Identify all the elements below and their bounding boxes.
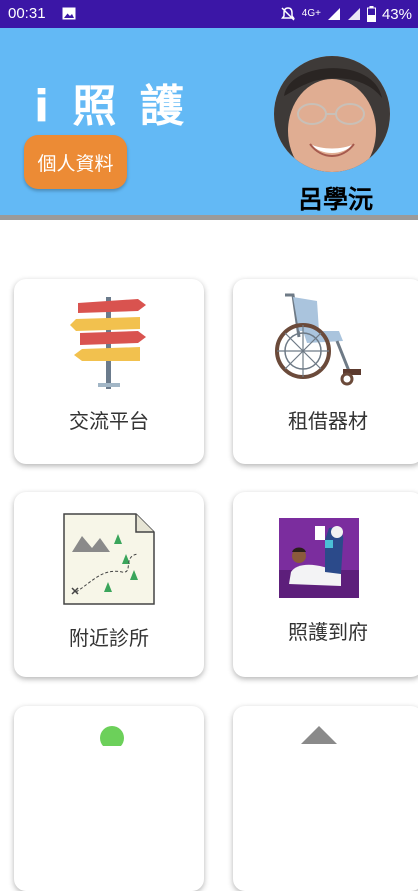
battery-percent: 43% [381, 5, 412, 23]
user-name: 呂學沅 [298, 185, 374, 214]
menu-card-forum[interactable]: 交流平台 [14, 279, 204, 464]
status-bar: 00:31 4G+ 43% [0, 0, 418, 28]
menu-label-forum: 交流平台 [69, 409, 149, 433]
menu-card-nearby-clinics[interactable]: 附近診所 [14, 492, 204, 677]
profile-button[interactable]: 個人資料 [24, 135, 127, 189]
mute-icon [280, 7, 295, 21]
menu-card-partial-right[interactable] [233, 706, 418, 891]
signal-2-icon [347, 8, 360, 20]
app-title: i 照 護 [34, 81, 188, 132]
menu-label-nearby-clinics: 附近診所 [69, 626, 149, 650]
status-time: 00:31 [8, 5, 46, 22]
signpost-icon [70, 297, 146, 389]
menu-card-partial-left[interactable] [14, 706, 204, 891]
battery-icon [366, 6, 376, 22]
network-type: 4G+ [301, 8, 321, 19]
avatar-photo-icon [274, 56, 390, 172]
menu-label-equipment-rental: 租借器材 [288, 409, 368, 433]
menu-card-home-care[interactable]: 照護到府 [233, 492, 418, 677]
avatar[interactable] [274, 56, 390, 172]
wheelchair-icon [275, 293, 361, 386]
menu-label-home-care: 照護到府 [288, 620, 368, 644]
signal-icon [327, 8, 340, 20]
image-notification-icon [62, 7, 76, 20]
map-icon [63, 513, 155, 605]
home-care-icon [279, 518, 359, 598]
menu-card-equipment-rental[interactable]: 租借器材 [233, 279, 418, 464]
